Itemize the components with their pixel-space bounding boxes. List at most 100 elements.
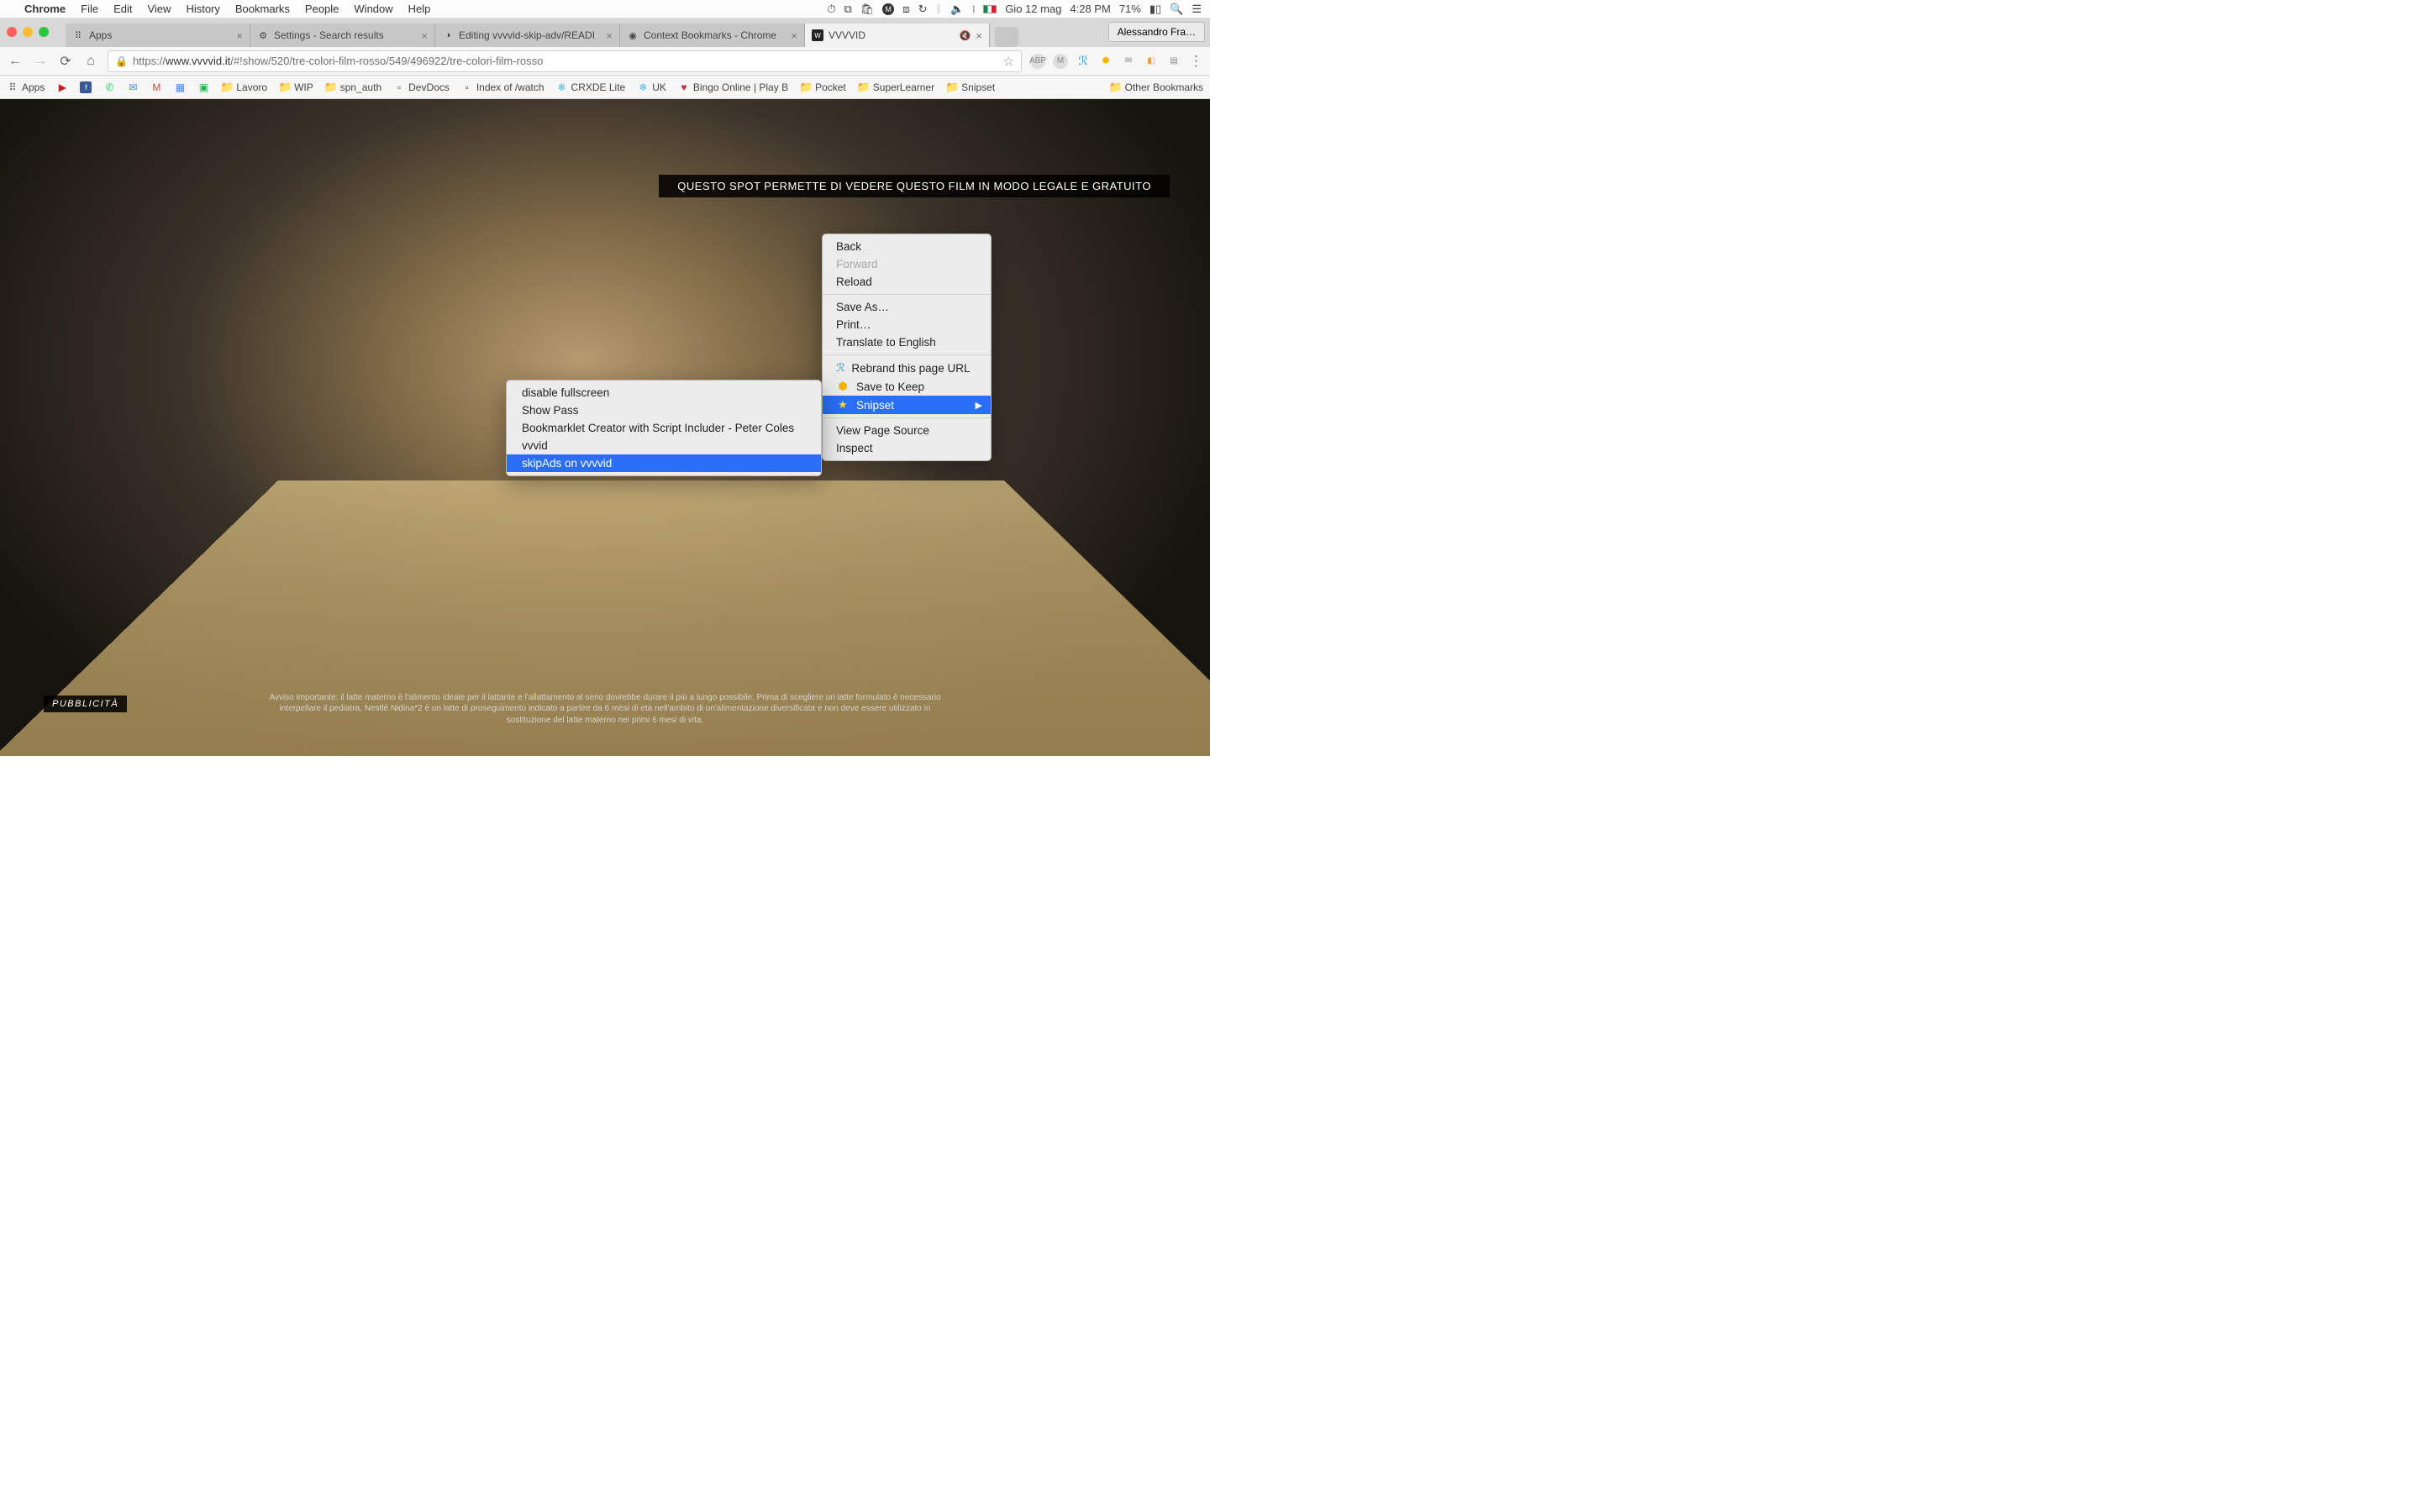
battery-pct: 71% — [1119, 3, 1141, 15]
ext-rebrand-icon[interactable]: ℛ — [1076, 54, 1091, 69]
bookmark-superlearner[interactable]: 📁SuperLearner — [858, 81, 934, 93]
clock-time: 4:28 PM — [1070, 3, 1110, 15]
ctx-inspect[interactable]: Inspect — [823, 439, 991, 457]
other-bookmarks[interactable]: 📁Other Bookmarks — [1110, 81, 1203, 93]
chrome-window: ⠿ Apps × ⚙ Settings - Search results × ◑… — [0, 18, 1210, 756]
ctx-back[interactable]: Back — [823, 238, 991, 255]
bookmark-crxde[interactable]: ❄CRXDE Lite — [556, 81, 626, 93]
app-menu[interactable]: Chrome — [17, 3, 73, 15]
back-button[interactable]: ← — [7, 54, 24, 69]
menu-history[interactable]: History — [178, 3, 227, 15]
sub-disable-fullscreen[interactable]: disable fullscreen — [507, 384, 821, 402]
lock-icon[interactable]: 🔒 — [115, 55, 128, 67]
timer-icon[interactable]: ⏱ — [827, 3, 835, 16]
spotlight-icon[interactable]: 🔍 — [1170, 3, 1183, 16]
page-content[interactable]: QUESTO SPOT PERMETTE DI VEDERE QUESTO FI… — [0, 99, 1210, 756]
context-menu: Back Forward Reload Save As… Print… Tran… — [822, 234, 992, 461]
bookmark-bingo[interactable]: ♥Bingo Online | Play B — [678, 81, 788, 93]
ext-abp-icon[interactable]: ABP — [1030, 54, 1045, 69]
bookmark-inbox[interactable]: ✉ — [127, 81, 139, 93]
bookmark-fb[interactable]: f — [80, 81, 92, 93]
bag-icon[interactable]: 🛍 — [860, 3, 875, 16]
ctx-view-source[interactable]: View Page Source — [823, 422, 991, 439]
tab-vvvvid[interactable]: W VVVVID 🔇 × — [805, 24, 990, 47]
bookmark-uk[interactable]: ❄UK — [637, 81, 666, 93]
feedly-icon: ▣ — [197, 81, 209, 93]
volume-icon[interactable]: 🔈 — [950, 3, 964, 16]
mute-icon[interactable]: 🔇 — [960, 30, 971, 41]
bookmark-wip[interactable]: 📁WIP — [279, 81, 313, 93]
close-window[interactable] — [7, 27, 17, 37]
ext-note-icon[interactable]: ▤ — [1166, 54, 1181, 69]
bookmark-snipset[interactable]: 📁Snipset — [946, 81, 995, 93]
bookmark-lavoro[interactable]: 📁Lavoro — [221, 81, 267, 93]
menu-bookmarks[interactable]: Bookmarks — [228, 3, 297, 15]
m-icon[interactable]: M — [882, 3, 894, 15]
bookmark-devdocs[interactable]: ▫DevDocs — [393, 81, 450, 93]
close-icon[interactable]: × — [236, 29, 243, 42]
tab-settings[interactable]: ⚙ Settings - Search results × — [250, 24, 435, 47]
ctx-reload[interactable]: Reload — [823, 273, 991, 291]
close-icon[interactable]: × — [606, 29, 613, 42]
bookmark-spnauth[interactable]: 📁spn_auth — [325, 81, 381, 93]
bookmark-feed[interactable]: ▣ — [197, 81, 209, 93]
menu-view[interactable]: View — [139, 3, 178, 15]
folder-icon: 📁 — [1110, 81, 1122, 93]
reload-button[interactable]: ⟳ — [57, 53, 74, 70]
bookmark-star-icon[interactable]: ☆ — [1003, 54, 1014, 69]
ext-mail-icon[interactable]: ✉ — [1121, 54, 1136, 69]
bookmark-indexwatch[interactable]: ▫Index of /watch — [461, 81, 544, 93]
bookmark-yt[interactable]: ▶ — [56, 81, 68, 93]
ctx-translate[interactable]: Translate to English — [823, 333, 991, 351]
bookmark-wa[interactable]: ✆ — [103, 81, 115, 93]
profile-button[interactable]: Alessandro Fra… — [1108, 22, 1205, 42]
sub-show-pass[interactable]: Show Pass — [507, 402, 821, 419]
tab-apps[interactable]: ⠿ Apps × — [66, 24, 250, 47]
menu-file[interactable]: File — [73, 3, 106, 15]
folder-icon: 📁 — [279, 81, 291, 93]
dropbox-icon[interactable]: ⧈ — [902, 3, 909, 16]
bookmark-cal[interactable]: ▦ — [174, 81, 186, 93]
home-button[interactable]: ⌂ — [82, 54, 99, 69]
address-bar[interactable]: 🔒 https://www.vvvvid.it/#!show/520/tre-c… — [108, 50, 1022, 72]
input-flag-icon[interactable] — [983, 5, 997, 13]
screen-icon[interactable]: ⧉ — [844, 3, 851, 16]
ctx-rebrand[interactable]: ℛRebrand this page URL — [823, 359, 991, 377]
sub-bookmarklet-creator[interactable]: Bookmarklet Creator with Script Includer… — [507, 419, 821, 437]
ctx-print[interactable]: Print… — [823, 316, 991, 333]
close-icon[interactable]: × — [421, 29, 428, 42]
bookmark-apps[interactable]: ⠿Apps — [7, 81, 45, 93]
ctx-snipset[interactable]: ★Snipset▶ — [823, 396, 991, 414]
timemachine-icon[interactable]: ↻ — [918, 3, 928, 16]
ext-keep-icon[interactable]: ⬢ — [1098, 54, 1113, 69]
menu-window[interactable]: Window — [346, 3, 400, 15]
bluetooth-icon[interactable]: ᛒ — [935, 3, 942, 15]
sub-vvvid[interactable]: vvvid — [507, 437, 821, 454]
chrome-menu-icon[interactable]: ⋮ — [1189, 53, 1203, 70]
menu-people[interactable]: People — [297, 3, 346, 15]
chevron-right-icon: ▶ — [976, 400, 982, 411]
zoom-window[interactable] — [39, 27, 49, 37]
menu-help[interactable]: Help — [401, 3, 439, 15]
url-text: https://www.vvvvid.it/#!show/520/tre-col… — [133, 55, 998, 67]
ctx-keep[interactable]: ⬢Save to Keep — [823, 377, 991, 396]
tab-strip: ⠿ Apps × ⚙ Settings - Search results × ◑… — [0, 18, 1210, 47]
ext-onetab-icon[interactable]: ◧ — [1144, 54, 1159, 69]
forward-button[interactable]: → — [32, 54, 49, 69]
tab-github[interactable]: ◑ Editing vvvvid-skip-adv/READI × — [435, 24, 620, 47]
wifi-icon[interactable]: ⧙ — [972, 3, 975, 16]
notif-icon[interactable]: ☰ — [1192, 3, 1202, 16]
sub-skipads[interactable]: skipAds on vvvvid — [507, 454, 821, 472]
close-icon[interactable]: × — [791, 29, 797, 42]
bookmark-pocket[interactable]: 📁Pocket — [800, 81, 846, 93]
battery-icon[interactable]: ▮▯ — [1150, 3, 1161, 16]
close-icon[interactable]: × — [976, 29, 982, 42]
ctx-save-as[interactable]: Save As… — [823, 298, 991, 316]
bookmark-gmail[interactable]: M — [150, 81, 162, 93]
ad-label: PUBBLICITÀ — [44, 696, 127, 712]
minimize-window[interactable] — [23, 27, 33, 37]
ext-m-icon[interactable]: M — [1053, 54, 1068, 69]
new-tab-button[interactable] — [995, 27, 1018, 47]
tab-chromestore[interactable]: ◉ Context Bookmarks - Chrome × — [620, 24, 805, 47]
menu-edit[interactable]: Edit — [106, 3, 139, 15]
